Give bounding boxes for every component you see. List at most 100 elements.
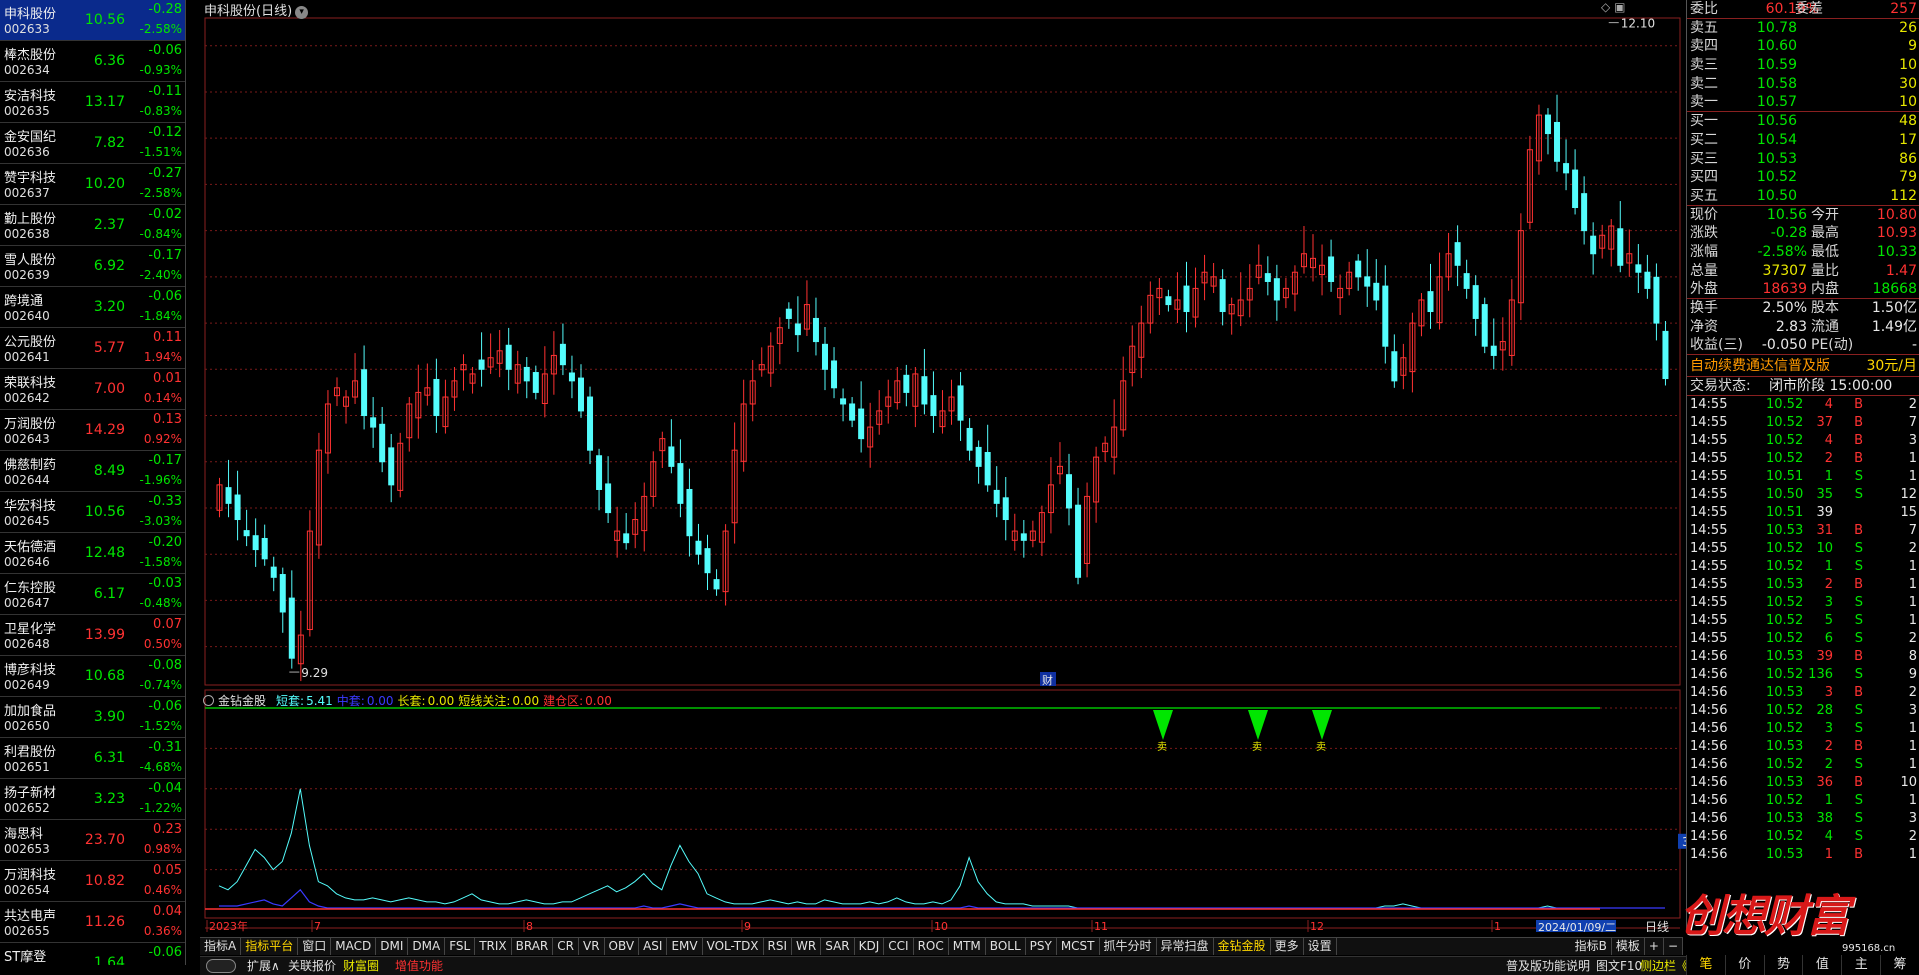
tick-count: 1 bbox=[1908, 792, 1917, 808]
right-tab[interactable]: 价 bbox=[1724, 955, 1764, 975]
indicator-tab[interactable]: BOLL bbox=[986, 938, 1026, 955]
indicator-tab[interactable]: 抓牛分时 bbox=[1100, 938, 1157, 955]
right-tab[interactable]: 主 bbox=[1841, 955, 1880, 975]
candle-body bbox=[1481, 304, 1488, 347]
indicator-tool-button[interactable]: + bbox=[1645, 938, 1664, 955]
candle-body bbox=[1002, 497, 1009, 521]
indicator-tool-button[interactable]: 指标B bbox=[1571, 938, 1612, 955]
month-label: 1 bbox=[1494, 920, 1501, 932]
stat-value: 10.80 bbox=[1876, 206, 1917, 223]
indicator-tab[interactable]: MACD bbox=[331, 938, 377, 955]
candle-body bbox=[957, 385, 964, 421]
window-icon[interactable]: ▣ bbox=[1614, 0, 1625, 14]
indicator-tab[interactable]: WR bbox=[792, 938, 822, 955]
indicator-tab[interactable]: BRAR bbox=[512, 938, 554, 955]
period-label[interactable]: 日线 bbox=[1645, 920, 1669, 932]
indicator-tab[interactable]: DMI bbox=[376, 938, 409, 955]
indicator-tab[interactable]: EMV bbox=[667, 938, 703, 955]
bid-volume: 112 bbox=[1890, 187, 1917, 204]
indicator-tab[interactable]: TRIX bbox=[475, 938, 512, 955]
sidebar-toggle[interactable]: 侧边栏《 bbox=[1637, 957, 1691, 975]
candle-body bbox=[1020, 533, 1027, 541]
value-added-button[interactable]: 增值功能 bbox=[392, 957, 446, 975]
indicator-tab[interactable]: 异常扫盘 bbox=[1157, 938, 1214, 955]
indicator-tab[interactable]: DMA bbox=[408, 938, 446, 955]
tick-time: 14:55 bbox=[1690, 630, 1728, 646]
related-quote-button[interactable]: 关联报价 bbox=[285, 957, 339, 975]
promo-row[interactable]: 自动续费通达信普及版 30元/月 bbox=[1687, 355, 1919, 378]
chart-title[interactable]: 申科股份(日线) ▾ bbox=[204, 0, 309, 19]
indicator-tab[interactable]: 指标A bbox=[200, 938, 242, 955]
indicator-tab[interactable]: PSY bbox=[1026, 938, 1057, 955]
sell-signal-label: 卖 bbox=[1252, 741, 1262, 753]
indicator-tab[interactable]: 更多 bbox=[1271, 938, 1304, 955]
candle-body bbox=[523, 366, 530, 382]
indicator-tab[interactable]: ASI bbox=[639, 938, 668, 955]
help-link[interactable]: 普及版功能说明 bbox=[1503, 957, 1593, 975]
kline-chart[interactable]: 12.0011.8011.6011.4011.2011.0010.8010.60… bbox=[0, 0, 1919, 932]
stock-list-item[interactable]: ST摩登0026561.64-0.06-3.53% bbox=[0, 943, 185, 965]
chart-title-text: 申科股份(日线) bbox=[204, 4, 293, 19]
stat-label: 今开 bbox=[1811, 206, 1839, 223]
tick-side: B bbox=[1854, 648, 1863, 664]
indicator-name[interactable]: 金钻金股 bbox=[218, 694, 266, 708]
month-label: 9 bbox=[744, 920, 751, 932]
promo-price[interactable]: 30元/月 bbox=[1866, 355, 1917, 377]
tick-row: 14:55 10.52 2 B 1 bbox=[1687, 450, 1919, 468]
tick-side: S bbox=[1854, 594, 1863, 610]
candles bbox=[216, 94, 1669, 682]
indicator-tab[interactable]: FSL bbox=[445, 938, 476, 955]
indicator-settings-icon[interactable] bbox=[203, 695, 214, 706]
bid-label: 买二 bbox=[1690, 131, 1718, 148]
bid-price: 10.53 bbox=[1756, 150, 1797, 167]
indicator-item-value: 0.00 bbox=[366, 694, 394, 708]
stat-label: 内盘 bbox=[1811, 281, 1839, 298]
indicator-tab[interactable]: CR bbox=[553, 938, 579, 955]
tick-volume: 35 bbox=[1816, 486, 1833, 502]
expand-button[interactable]: 扩展∧ bbox=[244, 957, 283, 975]
indicator-tab[interactable]: RSI bbox=[764, 938, 793, 955]
indicator-tab[interactable]: MTM bbox=[949, 938, 986, 955]
indicator-tab[interactable]: VR bbox=[579, 938, 605, 955]
indicator-tab[interactable]: OBV bbox=[605, 938, 640, 955]
tick-volume: 4 bbox=[1824, 828, 1833, 844]
indicator-tab[interactable]: 指标平台 bbox=[241, 938, 299, 955]
right-tab[interactable]: 值 bbox=[1802, 955, 1841, 975]
indicator-tab[interactable]: VOL-TDX bbox=[703, 938, 764, 955]
tick-time: 14:56 bbox=[1690, 666, 1728, 682]
chevron-down-icon[interactable]: ▾ bbox=[295, 6, 309, 19]
tick-row: 14:56 10.53 2 B 1 bbox=[1687, 738, 1919, 756]
candle-body bbox=[252, 535, 259, 551]
indicator-tab[interactable]: SAR bbox=[821, 938, 855, 955]
tick-row: 14:55 10.52 1 S 1 bbox=[1687, 558, 1919, 576]
indicator-tab[interactable]: 金钻金股 bbox=[1214, 938, 1271, 955]
right-tab[interactable]: 势 bbox=[1763, 955, 1803, 975]
indicator-tab[interactable]: MCST bbox=[1057, 938, 1100, 955]
indicator-tab[interactable]: CCI bbox=[884, 938, 914, 955]
wealth-circle-button[interactable]: 财富圈 bbox=[340, 957, 382, 975]
tick-volume: 3 bbox=[1824, 720, 1833, 736]
indicator-tab[interactable]: 窗口 bbox=[298, 938, 332, 955]
indicator-tab[interactable]: KDJ bbox=[855, 938, 885, 955]
indicator-item-label: 短线关注: bbox=[458, 694, 511, 708]
candle-body bbox=[1382, 285, 1389, 347]
candle-body bbox=[1165, 296, 1172, 306]
indicator-tab[interactable]: 设置 bbox=[1304, 938, 1337, 955]
tick-row: 14:56 10.52 2 S 1 bbox=[1687, 756, 1919, 774]
finance-marker[interactable]: 财 bbox=[1042, 673, 1053, 687]
tick-row: 14:55 10.52 3 S 1 bbox=[1687, 594, 1919, 612]
toggle-switch[interactable] bbox=[206, 959, 236, 973]
candle-body bbox=[1644, 271, 1651, 289]
promo-text[interactable]: 自动续费通达信普及版 bbox=[1690, 355, 1830, 377]
tick-side: S bbox=[1854, 810, 1863, 826]
indicator-tool-button[interactable]: 模板 bbox=[1612, 938, 1645, 955]
tick-time: 14:55 bbox=[1690, 396, 1728, 412]
date-cursor-label: 2024/01/09/二 bbox=[1538, 921, 1616, 932]
ask-volume: 10 bbox=[1899, 57, 1917, 74]
tick-volume: 38 bbox=[1816, 810, 1833, 826]
right-tab[interactable]: 笔 bbox=[1686, 955, 1725, 975]
tick-volume: 2 bbox=[1824, 738, 1833, 754]
diamond-icon[interactable]: ◇ bbox=[1601, 0, 1610, 14]
indicator-tab[interactable]: ROC bbox=[914, 938, 949, 955]
right-tab[interactable]: 筹 bbox=[1880, 955, 1919, 975]
